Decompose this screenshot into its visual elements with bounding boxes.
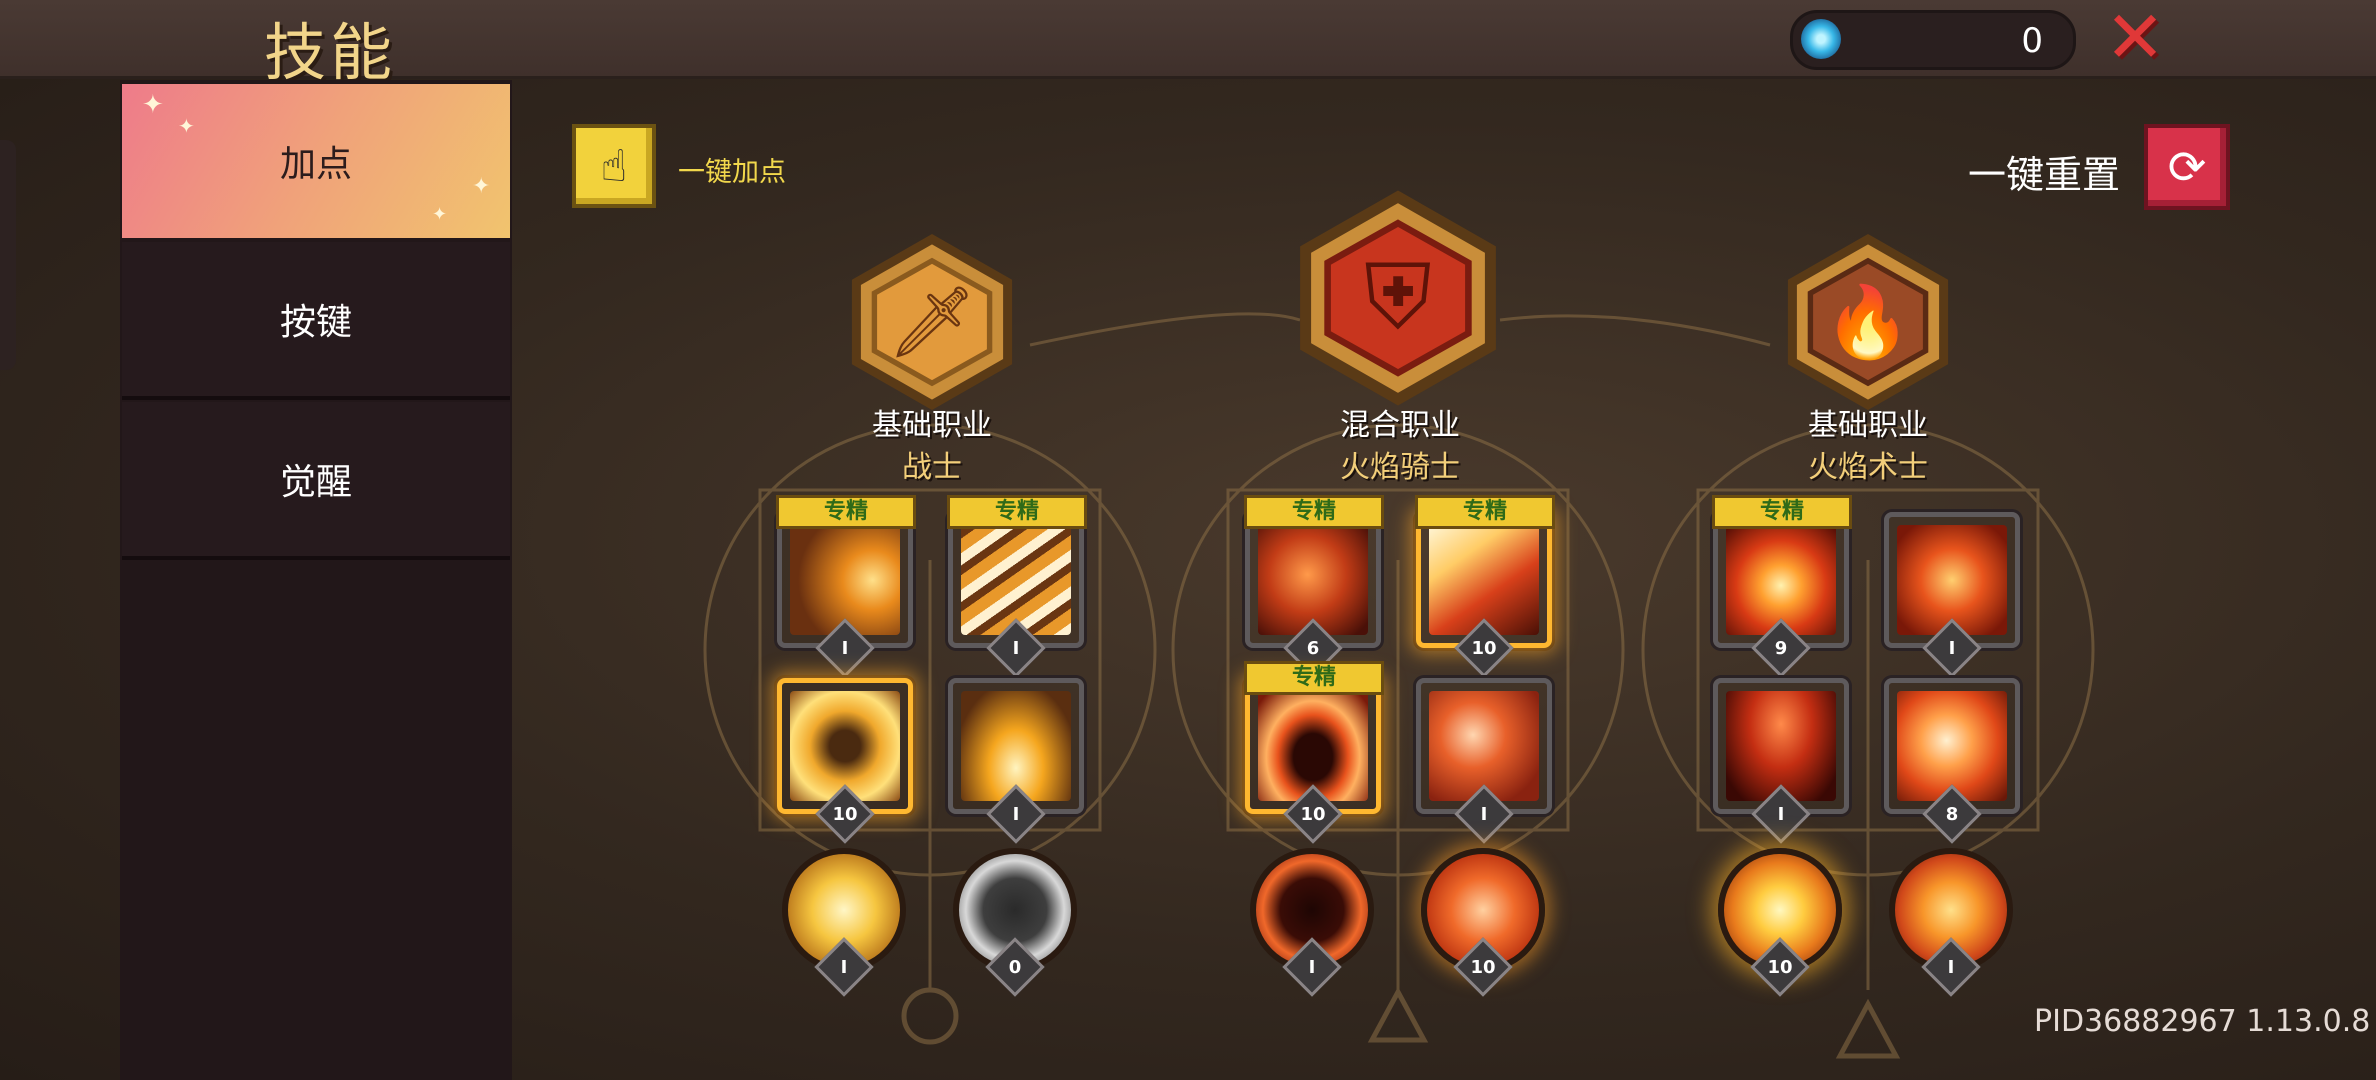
skill-war-cry[interactable]: 10: [777, 678, 913, 844]
skill-fire-slash[interactable]: I: [1416, 678, 1552, 844]
flame-emblem-icon: 🔥: [1824, 280, 1912, 363]
skill-fire-serpent[interactable]: I: [1884, 512, 2020, 678]
reset-button[interactable]: ⟳: [2144, 124, 2230, 210]
class-emblem-warrior[interactable]: 🗡: [842, 232, 1022, 412]
mastery-badge: 专精: [1244, 495, 1384, 529]
skill-fire-arrow-up[interactable]: I: [1889, 848, 2013, 997]
skill-volcano[interactable]: I: [1713, 678, 1849, 844]
skill-fire-comet[interactable]: 专精 10: [1415, 495, 1555, 678]
class-name-label: 战士: [902, 450, 962, 485]
refresh-icon: ⟳: [2167, 140, 2207, 194]
auto-assign-button[interactable]: ☝: [572, 124, 656, 208]
auto-assign-label: 一键加点: [678, 157, 786, 188]
skill-flame-dragon[interactable]: 专精 6: [1244, 495, 1384, 678]
pointing-hand-icon: ☝: [600, 140, 628, 192]
mastery-badge: 专精: [947, 495, 1087, 529]
sword-emblem-icon: 🗡: [887, 280, 977, 363]
class-emblem-fire-mage[interactable]: 🔥: [1778, 232, 1958, 412]
skill-fire-ring[interactable]: 专精 10: [1244, 661, 1384, 844]
skill-shadow-skull[interactable]: 0: [953, 848, 1077, 997]
build-id: PID36882967 1.13.0.8: [2034, 1004, 2371, 1039]
class-name-label: 火焰骑士: [1340, 450, 1460, 485]
reset-label: 一键重置: [1968, 153, 2121, 197]
mastery-badge: 专精: [776, 495, 916, 529]
skill-fireball[interactable]: 专精 9: [1712, 495, 1852, 678]
skill-fire-skull[interactable]: I: [1250, 848, 1374, 997]
class-emblem-fire-knight[interactable]: ⛨: [1288, 188, 1508, 408]
skill-sword-ground[interactable]: I: [948, 678, 1084, 844]
class-name-label: 火焰术士: [1808, 450, 1928, 485]
skill-flaming-sword[interactable]: 10: [1421, 848, 1545, 997]
skill-crescent-slash[interactable]: 专精 I: [776, 495, 916, 678]
class-type-label: 基础职业: [872, 408, 992, 443]
class-type-label: 混合职业: [1340, 408, 1460, 443]
skill-fire-spiral[interactable]: 8: [1884, 678, 2020, 844]
mastery-badge: 专精: [1415, 495, 1555, 529]
skill-holy-sword[interactable]: I: [782, 848, 906, 997]
knight-helmet-icon: ⛨: [1364, 245, 1432, 350]
skill-fire-star[interactable]: 10: [1718, 848, 1842, 997]
class-type-label: 基础职业: [1808, 408, 1928, 443]
skill-claw-strike[interactable]: 专精 I: [947, 495, 1087, 678]
mastery-badge: 专精: [1712, 495, 1852, 529]
mastery-badge: 专精: [1244, 661, 1384, 695]
